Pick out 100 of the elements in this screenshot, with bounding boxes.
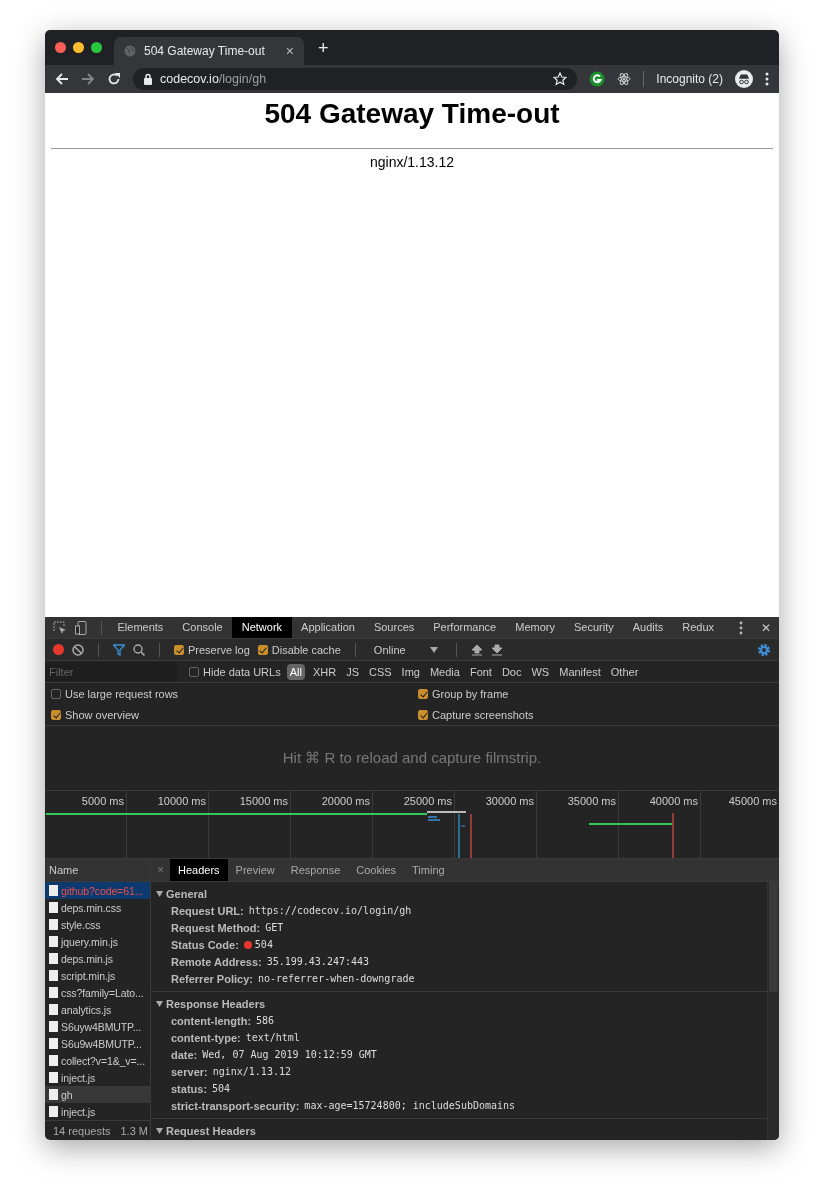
more-options-icon[interactable] (739, 620, 743, 635)
request-row[interactable]: S6uyw4BMUTP... (45, 1018, 150, 1035)
maximize-window-icon[interactable] (91, 42, 102, 53)
section-header[interactable]: General (151, 885, 767, 902)
close-window-icon[interactable] (55, 42, 66, 53)
request-row[interactable]: style.css (45, 916, 150, 933)
file-icon (49, 1038, 58, 1049)
devtools-tab[interactable]: Sources (364, 617, 424, 638)
bookmark-star-icon[interactable] (553, 72, 568, 86)
lock-icon (143, 73, 153, 85)
time-tick-label: 45000 ms (728, 795, 777, 807)
detail-tab[interactable]: Timing (404, 859, 453, 881)
throttle-dropdown[interactable]: Online (369, 643, 442, 656)
section-title: Request Headers (166, 1124, 256, 1137)
download-icon[interactable] (490, 643, 503, 656)
type-filter-button[interactable]: CSS (366, 663, 394, 680)
option-checkbox[interactable]: Preserve log (174, 643, 250, 656)
upload-icon[interactable] (470, 643, 483, 656)
minimize-window-icon[interactable] (73, 42, 84, 53)
inspect-element-icon[interactable] (53, 620, 67, 635)
type-filter-button[interactable]: Doc (499, 663, 524, 680)
detail-tab[interactable]: Headers (170, 859, 228, 881)
file-icon (49, 987, 58, 998)
clear-icon[interactable] (72, 643, 84, 656)
profile-label[interactable]: Incognito (2) (656, 72, 723, 86)
devtools-tab[interactable]: Audits (623, 617, 673, 638)
devtools-tab[interactable]: Console (172, 617, 233, 638)
request-row[interactable]: deps.min.js (45, 950, 150, 967)
reload-icon[interactable] (107, 72, 121, 86)
devtools-tab[interactable]: Application (291, 617, 365, 638)
devtools-tab[interactable]: Performance (423, 617, 506, 638)
request-row[interactable]: collect?v=1&_v=... (45, 1052, 150, 1069)
request-row[interactable]: gh (45, 1086, 150, 1103)
request-row[interactable]: analytics.js (45, 1001, 150, 1018)
filter-icon[interactable] (113, 643, 125, 656)
request-row[interactable]: inject.js (45, 1103, 150, 1120)
address-bar[interactable]: codecov.io/login/gh (133, 68, 578, 90)
atom-icon[interactable] (617, 72, 632, 86)
detail-tab[interactable]: Cookies (348, 859, 404, 881)
new-tab-button[interactable]: + (318, 38, 329, 57)
detail-tab[interactable]: Preview (227, 859, 283, 881)
request-row[interactable]: S6u9w4BMUTP... (45, 1035, 150, 1052)
setting-checkbox[interactable]: Group by frame (418, 683, 779, 704)
section-header[interactable]: Response Headers (151, 995, 767, 1012)
forward-icon[interactable] (81, 72, 95, 86)
incognito-avatar-icon[interactable] (735, 70, 753, 88)
detail-tab[interactable]: Response (282, 859, 349, 881)
header-name: Request URL: (171, 904, 244, 917)
request-row[interactable]: deps.min.css (45, 899, 150, 916)
close-devtools-button[interactable]: ✕ (761, 620, 771, 635)
back-icon[interactable] (55, 72, 69, 86)
type-filter-button[interactable]: Other (608, 663, 641, 680)
name-column-header[interactable]: Name (45, 859, 150, 882)
request-row[interactable]: jquery.min.js (45, 933, 150, 950)
close-tab-button[interactable]: × (285, 43, 294, 59)
type-filter-button[interactable]: XHR (310, 663, 339, 680)
devtools-tab[interactable]: Memory (505, 617, 565, 638)
file-icon (49, 970, 58, 981)
file-icon (49, 902, 58, 913)
type-filter-button[interactable]: Media (427, 663, 462, 680)
header-value: max-age=15724800; includeSubDomains (304, 1100, 516, 1111)
header-value: https://codecov.io/login/gh (248, 905, 412, 916)
option-checkbox[interactable]: Disable cache (257, 643, 341, 656)
request-row[interactable]: inject.js (45, 1069, 150, 1086)
scrollbar-thumb[interactable] (769, 882, 778, 992)
setting-checkbox[interactable]: Use large request rows (51, 683, 418, 704)
header-name: date: (171, 1048, 198, 1061)
g-extension-icon[interactable] (589, 71, 606, 87)
filter-input[interactable]: Filter (45, 662, 177, 681)
header-value: text/html (245, 1032, 300, 1043)
settings-icon[interactable] (757, 642, 771, 657)
type-filter-button[interactable]: WS (529, 663, 552, 680)
time-tick-label: 25000 ms (403, 795, 452, 807)
setting-checkbox[interactable]: Capture screenshots (418, 704, 779, 725)
section-header[interactable]: Request Headers (151, 1122, 767, 1139)
device-toolbar-icon[interactable] (75, 620, 87, 635)
file-icon (49, 919, 58, 930)
file-icon (49, 1106, 58, 1117)
header-name: strict-transport-security: (171, 1099, 300, 1112)
devtools-tab[interactable]: Elements (108, 617, 173, 638)
request-row[interactable]: script.min.js (45, 967, 150, 984)
header-name: Remote Address: (171, 955, 262, 968)
type-filter-button[interactable]: Font (467, 663, 494, 680)
menu-icon[interactable] (765, 72, 769, 86)
request-row[interactable]: css?family=Lato... (45, 984, 150, 1001)
devtools-tab[interactable]: Security (564, 617, 624, 638)
file-icon (49, 1055, 58, 1066)
time-tick-label: 35000 ms (567, 795, 616, 807)
record-icon[interactable] (53, 644, 64, 655)
type-filter-button[interactable]: JS (344, 663, 361, 680)
caret-icon (429, 646, 438, 653)
type-filter-button[interactable]: Img (399, 663, 422, 680)
hide-data-urls-checkbox[interactable]: Hide data URLs (189, 665, 281, 678)
devtools-tab[interactable]: Redux (672, 617, 724, 638)
type-filter-button[interactable]: Manifest (557, 663, 603, 680)
setting-checkbox[interactable]: Show overview (51, 704, 418, 725)
devtools-tab[interactable]: Network (232, 617, 292, 638)
browser-tab[interactable]: 504 Gateway Time-out × (114, 37, 304, 65)
type-filter-button[interactable]: All (286, 663, 305, 680)
search-icon[interactable] (133, 643, 145, 656)
